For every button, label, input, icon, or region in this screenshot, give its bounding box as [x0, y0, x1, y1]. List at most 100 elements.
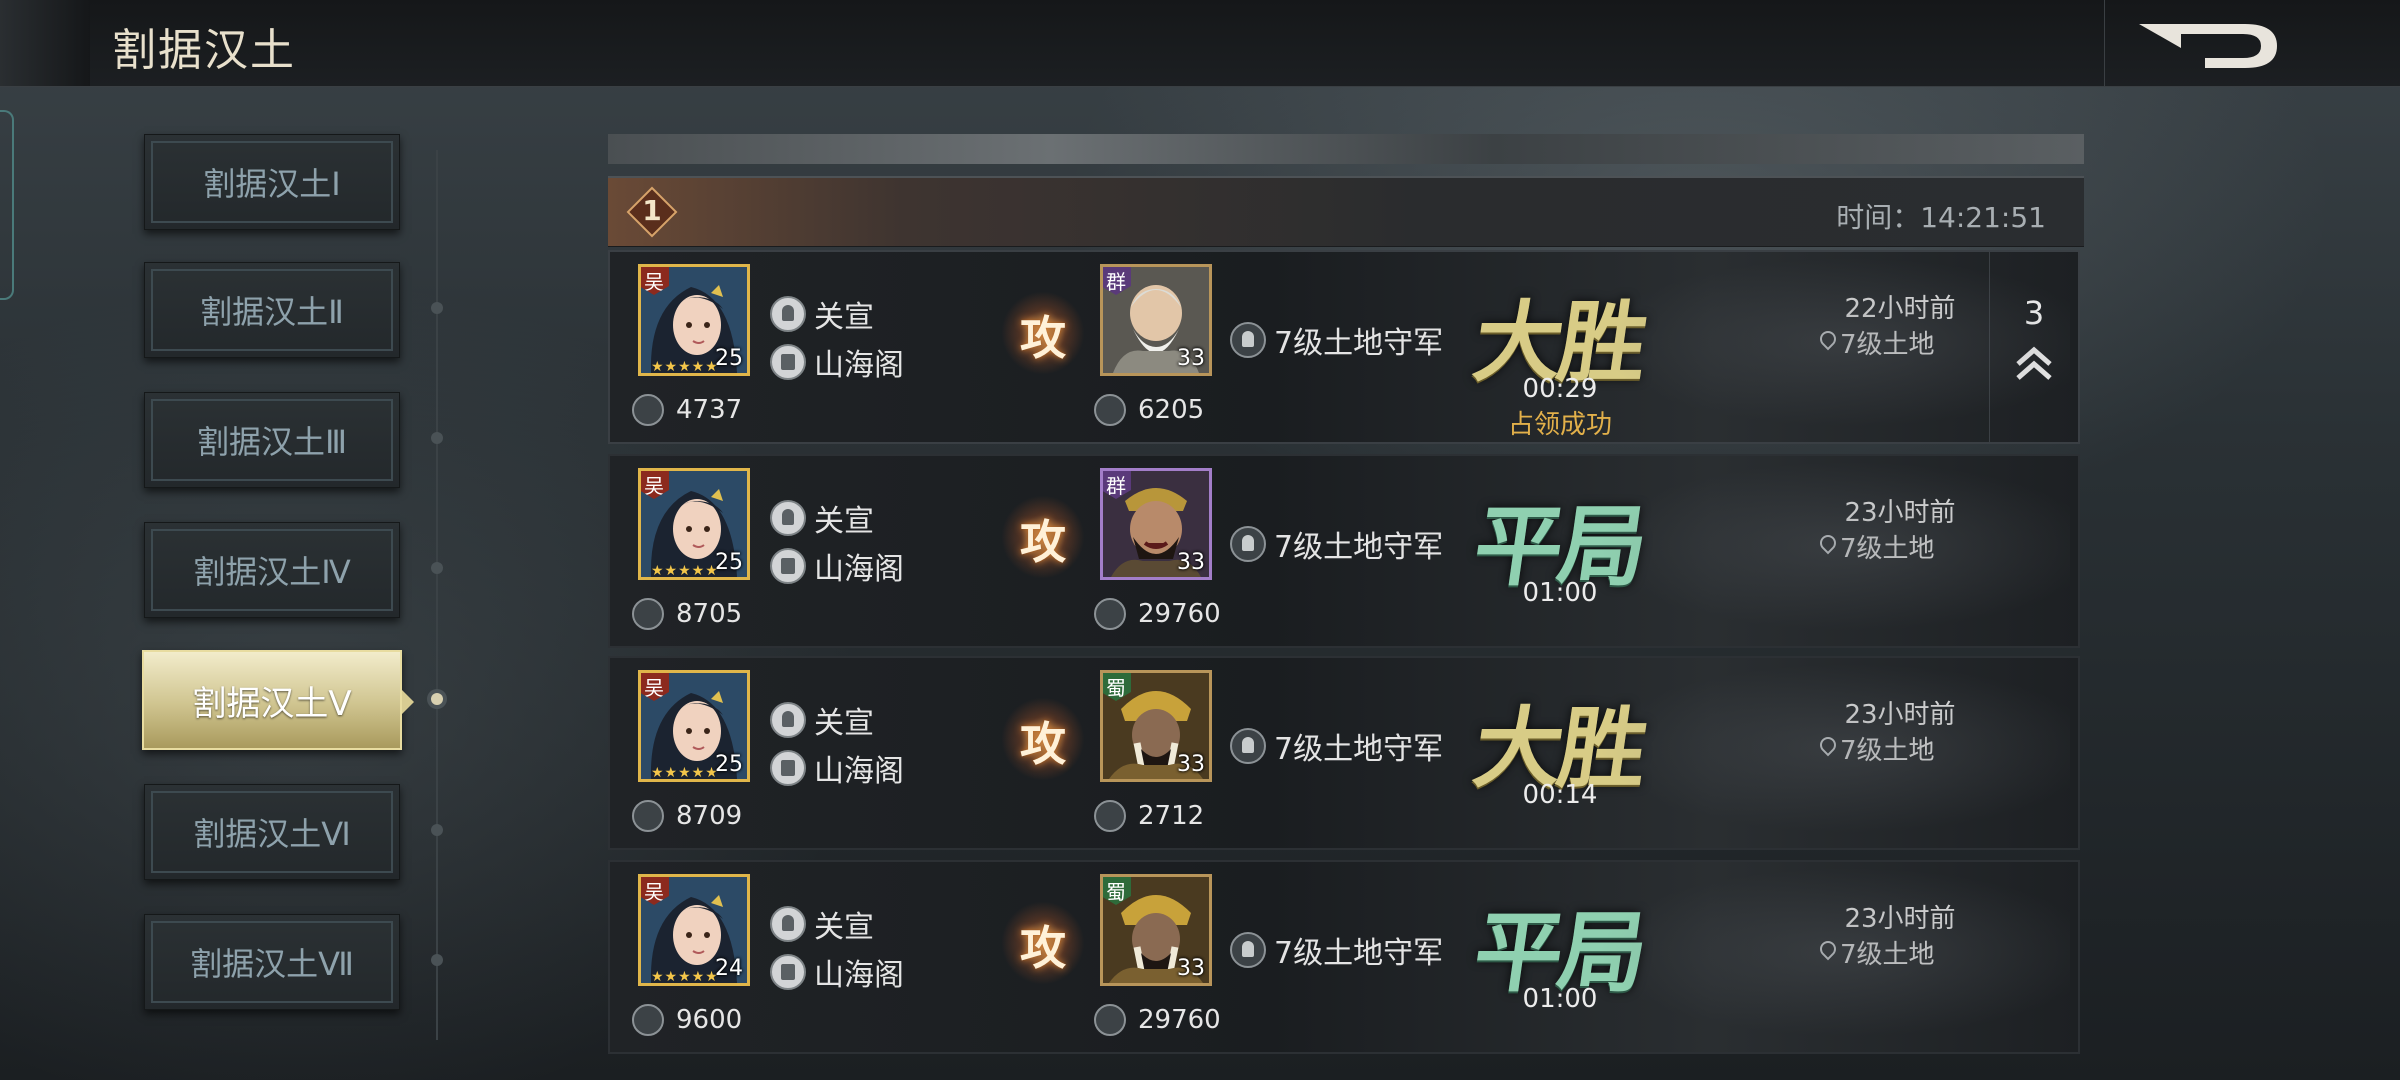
attacker-portrait[interactable]: 吴 ★★★★★ 25	[638, 264, 750, 376]
back-button[interactable]	[2104, 0, 2400, 86]
attacker-name: 关宣	[814, 910, 874, 945]
defender-power: 2712	[1094, 800, 1204, 832]
return-arrow-icon	[2139, 24, 2277, 68]
troop-icon	[1094, 800, 1126, 832]
troop-icon	[1094, 598, 1126, 630]
defender-portrait[interactable]: 群 33	[1100, 264, 1212, 376]
sidebar-item-label: 割据汉土Ⅴ	[192, 683, 352, 724]
sidebar-item-6[interactable]: 割据汉土Ⅵ	[144, 784, 400, 880]
location-line: 7级土地	[1818, 324, 1935, 361]
attacker-power-value: 8709	[676, 801, 743, 831]
round-number: 1	[642, 194, 662, 227]
timeline-dot	[431, 824, 443, 836]
sidebar-item-label: 割据汉土Ⅲ	[196, 423, 348, 461]
defender-name-line: 7级土地守军	[1230, 318, 1443, 362]
attacker-portrait[interactable]: 吴 ★★★★★ 25	[638, 468, 750, 580]
attacker-power: 8709	[632, 800, 742, 832]
attacker-portrait[interactable]: 吴 ★★★★★ 25	[638, 670, 750, 782]
npc-icon	[1230, 932, 1266, 968]
battle-row[interactable]: 吴 ★★★★★ 24 关宣 山海阁 9600 攻 蜀 33 7级土地守军 297…	[608, 860, 2080, 1054]
defender-power-value: 29760	[1138, 599, 1221, 629]
attacker-alliance-line: 山海阁	[770, 340, 904, 384]
sidebar-item-4[interactable]: 割据汉土Ⅳ	[144, 522, 400, 618]
location-line: 7级土地	[1818, 528, 1935, 565]
sidebar-item-1[interactable]: 割据汉土Ⅰ	[144, 134, 400, 230]
battle-duration: 01:00	[1522, 578, 1598, 608]
location-name: 7级土地	[1840, 534, 1935, 564]
npc-icon	[1230, 728, 1266, 764]
alliance-icon	[770, 750, 806, 786]
defender-name-line: 7级土地守军	[1230, 724, 1443, 768]
attack-label: 攻	[1020, 311, 1066, 365]
attacker-alliance: 山海阁	[814, 754, 904, 789]
battle-duration: 00:14	[1522, 780, 1598, 810]
npc-icon	[1230, 526, 1266, 562]
alliance-icon	[770, 954, 806, 990]
attacker-alliance-line: 山海阁	[770, 950, 904, 994]
attacker-name: 关宣	[814, 706, 874, 741]
alliance-icon	[770, 548, 806, 584]
alliance-icon	[770, 344, 806, 380]
expand-button[interactable]: 3	[1989, 252, 2078, 442]
attacker-portrait[interactable]: 吴 ★★★★★ 24	[638, 874, 750, 986]
player-icon	[770, 702, 806, 738]
defender-portrait[interactable]: 群 33	[1100, 468, 1212, 580]
battle-duration: 01:00	[1522, 984, 1598, 1014]
timeline-dot-active	[431, 693, 443, 705]
location-name: 7级土地	[1840, 736, 1935, 766]
defender-power: 29760	[1094, 1004, 1221, 1036]
location-pin-icon	[1818, 941, 1836, 965]
left-edge-tab[interactable]	[0, 110, 14, 300]
round-header: 1 时间：14:21:51	[608, 176, 2084, 247]
troop-icon	[1094, 394, 1126, 426]
star-rating: ★★★★★	[651, 969, 719, 985]
attacker-alliance: 山海阁	[814, 958, 904, 993]
sidebar-item-label: 割据汉土Ⅵ	[193, 815, 351, 853]
sidebar-item-label: 割据汉土Ⅱ	[200, 293, 344, 331]
sidebar-item-label: 割据汉土Ⅳ	[193, 553, 351, 591]
attacker-alliance: 山海阁	[814, 552, 904, 587]
attack-mark: 攻	[998, 898, 1088, 988]
defender-portrait[interactable]: 蜀 33	[1100, 874, 1212, 986]
attacker-power-value: 8705	[676, 599, 743, 629]
hero-level: 33	[1177, 956, 1205, 981]
attacker-name-line: 关宣	[770, 496, 874, 540]
sidebar-item-2[interactable]: 割据汉土Ⅱ	[144, 262, 400, 358]
location-pin-icon	[1818, 737, 1836, 761]
time-ago: 23小时前	[1844, 904, 1956, 934]
defender-power-value: 29760	[1138, 1005, 1221, 1035]
defender-portrait[interactable]: 蜀 33	[1100, 670, 1212, 782]
attacker-alliance: 山海阁	[814, 348, 904, 383]
top-bar: 割据汉土	[0, 0, 2400, 87]
time-ago: 23小时前	[1844, 700, 1956, 730]
timeline-dot	[431, 432, 443, 444]
attacker-power: 9600	[632, 1004, 742, 1036]
battle-time: 时间：14:21:51	[1836, 201, 2046, 234]
attacker-power: 8705	[632, 598, 742, 630]
troop-icon	[632, 598, 664, 630]
defender-power: 6205	[1094, 394, 1204, 426]
battle-row[interactable]: 吴 ★★★★★ 25 关宣 山海阁 8705 攻 群 33 7级土地守军 297…	[608, 454, 2080, 648]
npc-icon	[1230, 322, 1266, 358]
attacker-power-value: 4737	[676, 395, 743, 425]
attack-label: 攻	[1020, 515, 1066, 569]
timeline-dot	[431, 562, 443, 574]
hero-level: 25	[715, 550, 743, 575]
sidebar-item-5[interactable]: 割据汉土Ⅴ	[142, 650, 414, 750]
sidebar-item-label: 割据汉土Ⅰ	[203, 165, 341, 203]
player-icon	[770, 906, 806, 942]
sidebar-item-7[interactable]: 割据汉土Ⅶ	[144, 914, 400, 1010]
attack-mark: 攻	[998, 492, 1088, 582]
defender-name-line: 7级土地守军	[1230, 522, 1443, 566]
defender-name: 7级土地守军	[1274, 326, 1444, 361]
page-title: 割据汉土	[112, 25, 296, 76]
battle-row[interactable]: 吴 ★★★★★ 25 关宣 山海阁 8709 攻 蜀 33 7级土地守军 271…	[608, 656, 2080, 850]
location-name: 7级土地	[1840, 940, 1935, 970]
troop-icon	[632, 394, 664, 426]
attack-mark: 攻	[998, 694, 1088, 784]
battle-row[interactable]: 吴 ★★★★★ 25 关宣 山海阁 4737 攻 群 33 7级土地守军 620…	[608, 250, 2080, 444]
hero-level: 33	[1177, 346, 1205, 371]
top-bar-edge	[0, 0, 90, 86]
double-chevron-up-icon	[2016, 346, 2052, 380]
sidebar-item-3[interactable]: 割据汉土Ⅲ	[144, 392, 400, 488]
